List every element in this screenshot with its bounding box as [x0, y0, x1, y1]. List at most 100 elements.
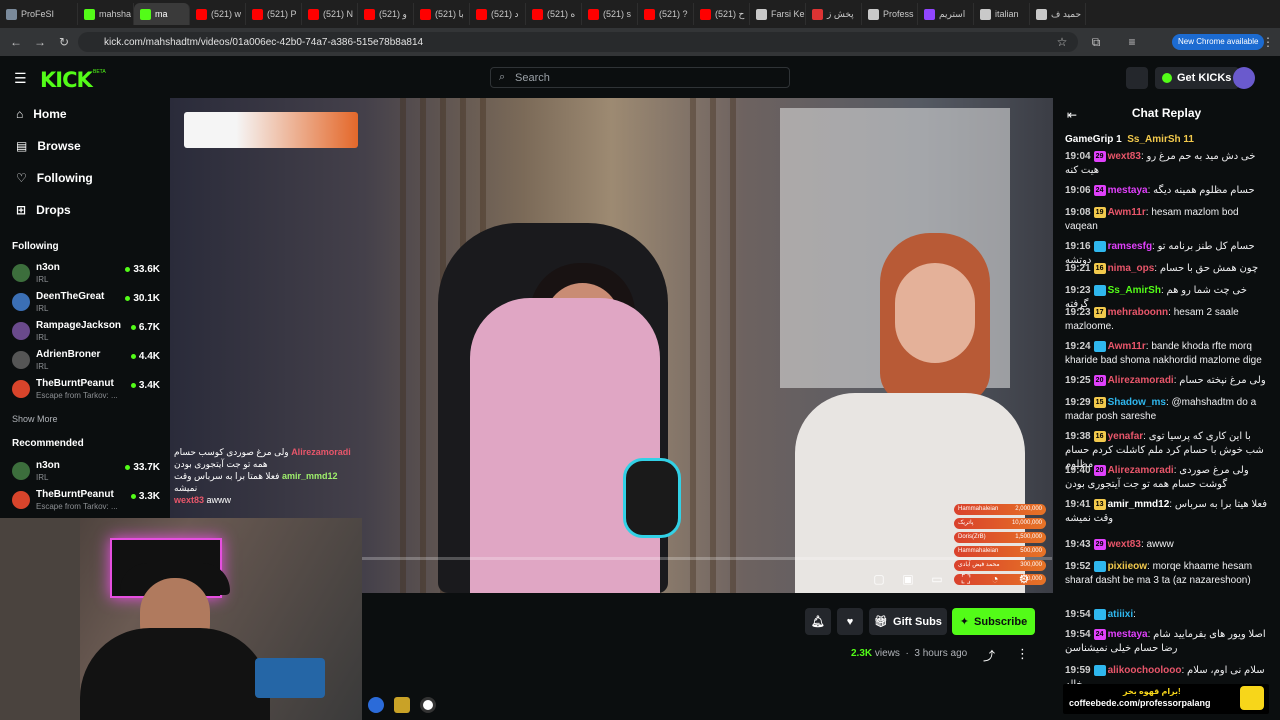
chat-username[interactable]: wext83 — [1108, 539, 1141, 550]
browser-tab[interactable]: (521) P — [246, 3, 302, 25]
get-kicks-button[interactable]: Get KICKs — [1155, 67, 1240, 89]
browser-tab[interactable]: استریم — [918, 3, 974, 25]
kick-logo[interactable]: KICK — [40, 68, 93, 92]
miniplayer-icon[interactable]: ▢ — [872, 572, 886, 586]
chat-timestamp: 19:38 — [1065, 431, 1091, 442]
browser-tab[interactable]: italian — [974, 3, 1030, 25]
share-icon[interactable]: ⤴ — [983, 647, 995, 664]
chat-username[interactable]: pixiieow — [1108, 561, 1147, 572]
chat-username[interactable]: yenafar — [1108, 431, 1144, 442]
reload-icon[interactable]: ↻ — [56, 34, 72, 50]
top-gifters: GameGrip 1 Ss_AmirSh 11 — [1065, 134, 1194, 145]
browser-tab[interactable]: پخش ز — [806, 3, 862, 25]
search-input[interactable]: ⌕ Search — [490, 67, 790, 88]
chat-username[interactable]: ramsesfg — [1108, 241, 1152, 252]
chat-username[interactable]: nima_ops — [1108, 263, 1155, 274]
browser-tab[interactable]: mahsha — [78, 3, 134, 25]
browser-tab[interactable]: ma — [134, 3, 190, 25]
tab-label: (521) د — [491, 8, 519, 19]
chat-timestamp: 19:24 — [1065, 341, 1091, 352]
url-field[interactable]: kick.com/mahshadtm/videos/01a006ec-42b0-… — [78, 32, 1078, 52]
channel-item[interactable]: n3on IRL 33.6K — [12, 262, 160, 286]
channel-item[interactable]: n3on IRL 33.7K — [12, 460, 160, 484]
new-chrome-available-button[interactable]: New Chrome available — [1172, 34, 1265, 50]
browser-tab[interactable]: Profess — [862, 3, 918, 25]
subscribe-button[interactable]: ✦ Subscribe — [952, 608, 1035, 635]
overlay-chat-text: awww — [206, 495, 232, 505]
app-icon[interactable] — [368, 697, 384, 713]
browser-tab[interactable]: (521) و — [358, 3, 414, 25]
nav-drops[interactable]: ⊞ Drops — [16, 200, 71, 220]
fullscreen-icon[interactable]: ⛶ — [959, 572, 973, 586]
nav-home[interactable]: ⌂ Home — [16, 104, 67, 124]
chat-username[interactable]: wext83 — [1108, 151, 1141, 162]
channel-item[interactable]: RampageJackson IRL 6.7K — [12, 320, 160, 344]
clip-icon[interactable]: ▣ — [901, 572, 915, 586]
more-options-icon[interactable]: ⋮ — [1016, 646, 1029, 662]
chat-username[interactable]: Alirezamoradi — [1108, 375, 1174, 386]
settings-gear-icon[interactable]: ⚙ — [1017, 572, 1031, 586]
chat-message: 19:21 16 nima_ops: چون همش حق با حسام — [1065, 262, 1259, 274]
channel-item[interactable]: DeenTheGreat IRL 30.1K — [12, 291, 160, 315]
chat-username[interactable]: Ss_AmirSh — [1108, 285, 1161, 296]
donation-amount: 300,000 — [1020, 562, 1042, 568]
gifter: Ss_AmirSh 11 — [1127, 134, 1194, 145]
video-progress-bar[interactable] — [362, 557, 1052, 560]
nav-following[interactable]: ♡ Following — [16, 168, 93, 188]
browser-tab[interactable]: (521) د — [470, 3, 526, 25]
forward-icon[interactable]: → — [32, 34, 48, 50]
nav-browse[interactable]: ▤ Browse — [16, 136, 81, 156]
browser-tab[interactable]: (521) با — [414, 3, 470, 25]
playback-speed-icon[interactable]: ◔ — [988, 572, 1002, 586]
favicon-icon — [420, 8, 431, 20]
browser-tab[interactable]: ProFeSI — [0, 3, 78, 25]
overlay-chat-user: amir_mmd12 — [281, 471, 338, 481]
theater-mode-icon[interactable]: ▭ — [930, 572, 944, 586]
browser-tab[interactable]: (521) w — [190, 3, 246, 25]
browser-tab[interactable]: (521) ح — [694, 3, 750, 25]
browser-tab[interactable]: (521) ه — [526, 3, 582, 25]
chat-username[interactable]: mestaya — [1108, 629, 1148, 640]
following-section-title: Following — [12, 241, 59, 252]
overlay-chat-text: ولی مرغ صوردی کوسب حسام — [174, 447, 289, 457]
channel-item[interactable]: AdrienBroner IRL 4.4K — [12, 349, 160, 373]
browser-tab[interactable]: (521) ? — [638, 3, 694, 25]
chat-username[interactable]: amir_mmd12 — [1108, 499, 1170, 510]
chat-username[interactable]: mehraboonn — [1108, 307, 1169, 318]
notifications-bell-button[interactable]: 🔔︎ — [805, 608, 831, 635]
channel-item[interactable]: TheBurntPeanut Escape from Tarkov: ... 3.3… — [12, 489, 160, 513]
browser-tab[interactable]: (521) N — [302, 3, 358, 25]
hamburger-menu-icon[interactable]: ☰ — [14, 70, 27, 87]
chat-username[interactable]: atiiixi — [1108, 609, 1134, 620]
play-icon[interactable] — [420, 697, 436, 713]
gift-subs-button[interactable]: 🎁︎ Gift Subs — [869, 608, 947, 635]
bookmark-star-icon[interactable]: ☆ — [1054, 34, 1070, 50]
user-avatar[interactable] — [1233, 67, 1255, 89]
extensions-icon[interactable]: ⧉ — [1088, 34, 1104, 50]
chat-username[interactable]: Awm11r — [1108, 341, 1146, 352]
chat-username[interactable]: mestaya — [1108, 185, 1148, 196]
chat-username[interactable]: Shadow_ms — [1108, 397, 1166, 408]
chat-username[interactable]: Alirezamoradi — [1108, 465, 1174, 476]
show-more-link[interactable]: Show More — [12, 414, 58, 424]
tab-label: (521) P — [267, 9, 297, 19]
browser-tab[interactable]: (521) s — [582, 3, 638, 25]
nav-label: Drops — [36, 203, 71, 217]
favicon-icon — [644, 8, 655, 20]
app-icon[interactable] — [394, 697, 410, 713]
back-icon[interactable]: ← — [8, 34, 24, 50]
view-count: 2.3K — [851, 648, 873, 659]
browser-tab[interactable]: حمید ف — [1030, 3, 1086, 25]
coffee-cup-icon — [1240, 686, 1264, 710]
browser-tab[interactable]: Farsi Ke — [750, 3, 806, 25]
chat-username[interactable]: Awm11r — [1108, 207, 1146, 218]
reading-list-icon[interactable]: ≡ — [1124, 34, 1140, 50]
overlay-chat-line: نمیشه — [174, 482, 364, 494]
donation-amount: 500,000 — [1020, 548, 1042, 554]
gift-icon[interactable] — [1126, 67, 1148, 89]
channel-item[interactable]: TheBurntPeanut Escape from Tarkov: ... 3.4… — [12, 378, 160, 402]
channel-name: RampageJackson — [36, 320, 122, 331]
follow-heart-button[interactable]: ♥ — [837, 608, 863, 635]
chat-message: 19:24 Awm11r: bande khoda rfte morq khari… — [1065, 340, 1262, 366]
chat-username[interactable]: alikoochoolooo — [1108, 665, 1182, 676]
